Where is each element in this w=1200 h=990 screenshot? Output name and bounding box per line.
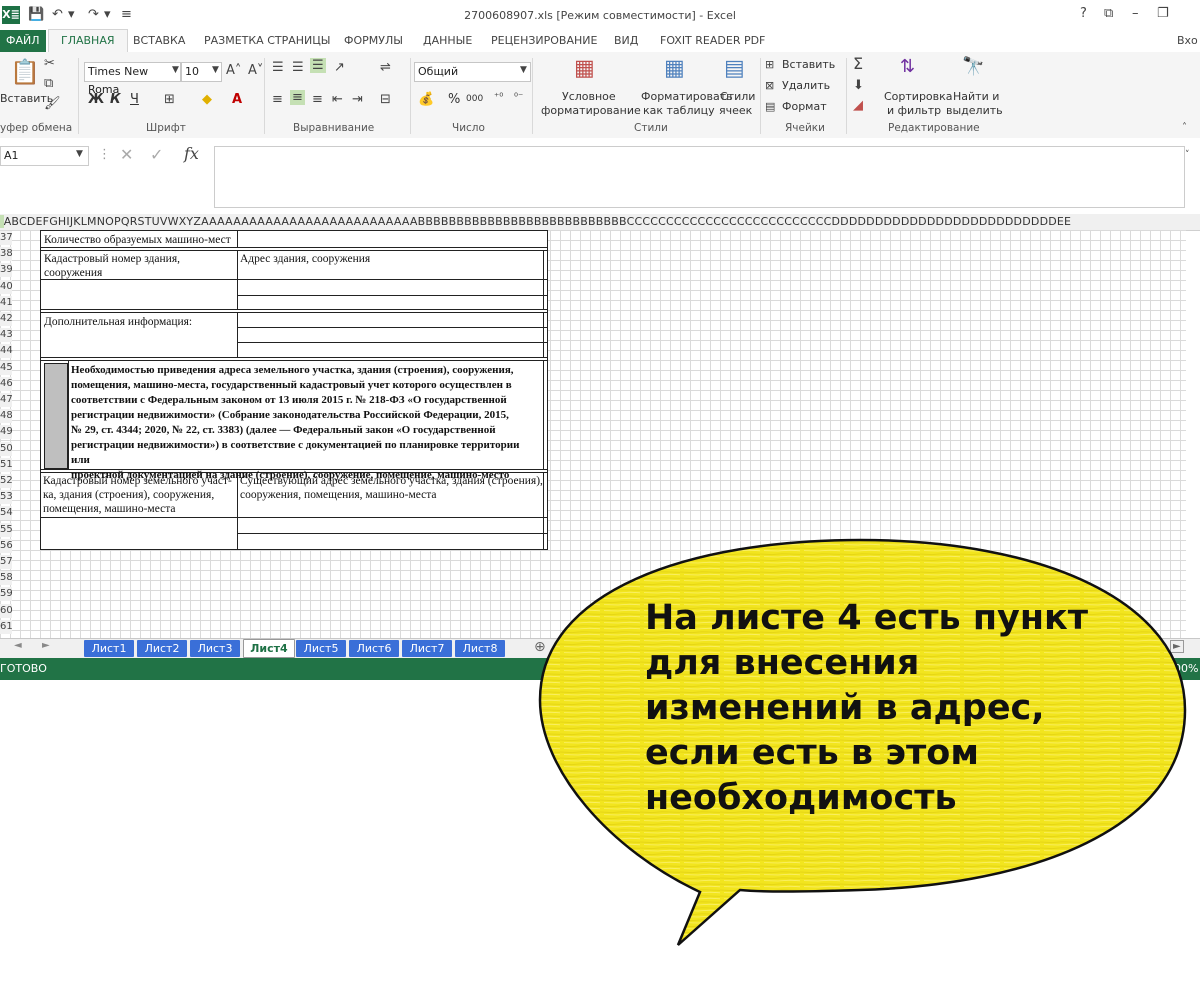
text-line: изменений в адрес,: [645, 688, 1045, 728]
text-line: необходимость: [645, 778, 957, 818]
text-line: если есть в этом: [645, 733, 979, 773]
callout-text: На листе 4 есть пункт для внесения изменен…: [645, 596, 1115, 821]
text-line: для внесения: [645, 643, 920, 683]
text-line: На листе 4 есть пункт: [645, 598, 1089, 638]
callout-bubble: [538, 538, 1187, 946]
